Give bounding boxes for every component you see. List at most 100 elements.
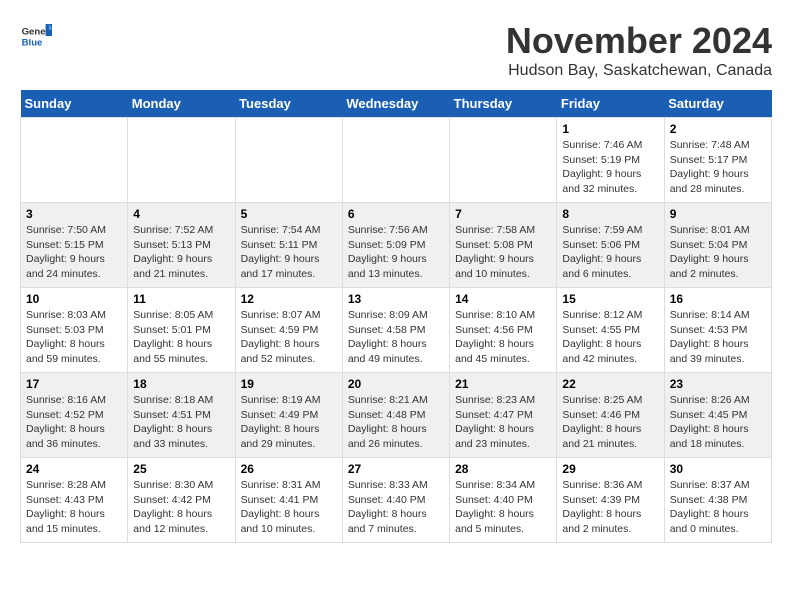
calendar-cell: 4 Sunrise: 7:52 AMSunset: 5:13 PMDaylight… bbox=[128, 203, 235, 288]
day-info: Sunrise: 8:10 AMSunset: 4:56 PMDaylight:… bbox=[455, 308, 551, 367]
calendar-cell: 17 Sunrise: 8:16 AMSunset: 4:52 PMDayligh… bbox=[21, 373, 128, 458]
calendar-cell: 3 Sunrise: 7:50 AMSunset: 5:15 PMDaylight… bbox=[21, 203, 128, 288]
svg-text:Blue: Blue bbox=[22, 38, 43, 49]
day-info: Sunrise: 8:16 AMSunset: 4:52 PMDaylight:… bbox=[26, 393, 122, 452]
calendar-cell: 28 Sunrise: 8:34 AMSunset: 4:40 PMDayligh… bbox=[450, 458, 557, 543]
day-number: 8 bbox=[562, 207, 658, 221]
calendar-cell: 6Sunrise: 7:56 AMSunset: 5:09 PMDaylight… bbox=[342, 203, 449, 288]
day-number: 28 bbox=[455, 462, 551, 476]
day-number: 14 bbox=[455, 292, 551, 306]
day-number: 5 bbox=[241, 207, 337, 221]
calendar-week-row: 1Sunrise: 7:46 AMSunset: 5:19 PMDaylight… bbox=[21, 118, 772, 203]
calendar-cell bbox=[450, 118, 557, 203]
day-number: 24 bbox=[26, 462, 122, 476]
weekday-header-friday: Friday bbox=[557, 90, 664, 118]
calendar-cell: 20Sunrise: 8:21 AMSunset: 4:48 PMDayligh… bbox=[342, 373, 449, 458]
calendar-cell: 1Sunrise: 7:46 AMSunset: 5:19 PMDaylight… bbox=[557, 118, 664, 203]
day-number: 26 bbox=[241, 462, 337, 476]
day-info: Sunrise: 8:23 AMSunset: 4:47 PMDaylight:… bbox=[455, 393, 551, 452]
day-info: Sunrise: 7:54 AMSunset: 5:11 PMDaylight:… bbox=[241, 223, 337, 282]
calendar-body: 1Sunrise: 7:46 AMSunset: 5:19 PMDaylight… bbox=[21, 118, 772, 543]
day-number: 11 bbox=[133, 292, 229, 306]
day-info: Sunrise: 8:31 AMSunset: 4:41 PMDaylight:… bbox=[241, 478, 337, 537]
day-info: Sunrise: 8:26 AMSunset: 4:45 PMDaylight:… bbox=[670, 393, 766, 452]
day-number: 6 bbox=[348, 207, 444, 221]
weekday-header-saturday: Saturday bbox=[664, 90, 771, 118]
day-info: Sunrise: 8:19 AMSunset: 4:49 PMDaylight:… bbox=[241, 393, 337, 452]
day-info: Sunrise: 8:34 AMSunset: 4:40 PMDaylight:… bbox=[455, 478, 551, 537]
day-number: 29 bbox=[562, 462, 658, 476]
day-info: Sunrise: 7:59 AMSunset: 5:06 PMDaylight:… bbox=[562, 223, 658, 282]
day-number: 16 bbox=[670, 292, 766, 306]
calendar-cell: 16 Sunrise: 8:14 AMSunset: 4:53 PMDayligh… bbox=[664, 288, 771, 373]
day-info: Sunrise: 8:37 AMSunset: 4:38 PMDaylight:… bbox=[670, 478, 766, 537]
calendar-cell bbox=[21, 118, 128, 203]
calendar-cell: 27 Sunrise: 8:33 AMSunset: 4:40 PMDayligh… bbox=[342, 458, 449, 543]
calendar-cell: 23 Sunrise: 8:26 AMSunset: 4:45 PMDayligh… bbox=[664, 373, 771, 458]
day-number: 25 bbox=[133, 462, 229, 476]
calendar-cell bbox=[342, 118, 449, 203]
calendar-cell: 7Sunrise: 7:58 AMSunset: 5:08 PMDaylight… bbox=[450, 203, 557, 288]
weekday-header-monday: Monday bbox=[128, 90, 235, 118]
day-number: 10 bbox=[26, 292, 122, 306]
day-info: Sunrise: 8:30 AMSunset: 4:42 PMDaylight:… bbox=[133, 478, 229, 537]
calendar-week-row: 10Sunrise: 8:03 AMSunset: 5:03 PMDayligh… bbox=[21, 288, 772, 373]
day-info: Sunrise: 7:48 AMSunset: 5:17 PMDaylight:… bbox=[670, 138, 766, 197]
day-info: Sunrise: 7:52 AMSunset: 5:13 PMDaylight:… bbox=[133, 223, 229, 282]
day-info: Sunrise: 8:05 AMSunset: 5:01 PMDaylight:… bbox=[133, 308, 229, 367]
calendar-cell: 15Sunrise: 8:12 AMSunset: 4:55 PMDayligh… bbox=[557, 288, 664, 373]
calendar-cell bbox=[128, 118, 235, 203]
day-info: Sunrise: 7:50 AMSunset: 5:15 PMDaylight:… bbox=[26, 223, 122, 282]
day-number: 27 bbox=[348, 462, 444, 476]
weekday-header-sunday: Sunday bbox=[21, 90, 128, 118]
day-number: 12 bbox=[241, 292, 337, 306]
calendar-cell: 11 Sunrise: 8:05 AMSunset: 5:01 PMDayligh… bbox=[128, 288, 235, 373]
calendar-cell: 18Sunrise: 8:18 AMSunset: 4:51 PMDayligh… bbox=[128, 373, 235, 458]
calendar-week-row: 3 Sunrise: 7:50 AMSunset: 5:15 PMDaylight… bbox=[21, 203, 772, 288]
header: General Blue November 2024 Hudson Bay, S… bbox=[20, 20, 772, 80]
calendar-cell: 26 Sunrise: 8:31 AMSunset: 4:41 PMDayligh… bbox=[235, 458, 342, 543]
day-number: 30 bbox=[670, 462, 766, 476]
day-info: Sunrise: 8:09 AMSunset: 4:58 PMDaylight:… bbox=[348, 308, 444, 367]
day-info: Sunrise: 7:46 AMSunset: 5:19 PMDaylight:… bbox=[562, 138, 658, 197]
day-number: 4 bbox=[133, 207, 229, 221]
calendar-cell: 9Sunrise: 8:01 AMSunset: 5:04 PMDaylight… bbox=[664, 203, 771, 288]
calendar-cell: 22Sunrise: 8:25 AMSunset: 4:46 PMDayligh… bbox=[557, 373, 664, 458]
day-number: 17 bbox=[26, 377, 122, 391]
day-info: Sunrise: 8:33 AMSunset: 4:40 PMDaylight:… bbox=[348, 478, 444, 537]
logo: General Blue bbox=[20, 20, 52, 52]
day-info: Sunrise: 8:21 AMSunset: 4:48 PMDaylight:… bbox=[348, 393, 444, 452]
day-info: Sunrise: 8:28 AMSunset: 4:43 PMDaylight:… bbox=[26, 478, 122, 537]
calendar-table: SundayMondayTuesdayWednesdayThursdayFrid… bbox=[20, 90, 772, 543]
day-info: Sunrise: 7:58 AMSunset: 5:08 PMDaylight:… bbox=[455, 223, 551, 282]
day-number: 21 bbox=[455, 377, 551, 391]
title-section: November 2024 Hudson Bay, Saskatchewan, … bbox=[506, 20, 772, 80]
month-year-title: November 2024 bbox=[506, 20, 772, 62]
calendar-cell: 29 Sunrise: 8:36 AMSunset: 4:39 PMDayligh… bbox=[557, 458, 664, 543]
day-number: 3 bbox=[26, 207, 122, 221]
day-info: Sunrise: 8:14 AMSunset: 4:53 PMDaylight:… bbox=[670, 308, 766, 367]
calendar-week-row: 24 Sunrise: 8:28 AMSunset: 4:43 PMDayligh… bbox=[21, 458, 772, 543]
calendar-cell: 13Sunrise: 8:09 AMSunset: 4:58 PMDayligh… bbox=[342, 288, 449, 373]
day-number: 9 bbox=[670, 207, 766, 221]
day-number: 2 bbox=[670, 122, 766, 136]
weekday-header-tuesday: Tuesday bbox=[235, 90, 342, 118]
calendar-cell: 12Sunrise: 8:07 AMSunset: 4:59 PMDayligh… bbox=[235, 288, 342, 373]
calendar-cell: 10Sunrise: 8:03 AMSunset: 5:03 PMDayligh… bbox=[21, 288, 128, 373]
calendar-cell: 24 Sunrise: 8:28 AMSunset: 4:43 PMDayligh… bbox=[21, 458, 128, 543]
day-number: 19 bbox=[241, 377, 337, 391]
weekday-header-row: SundayMondayTuesdayWednesdayThursdayFrid… bbox=[21, 90, 772, 118]
day-number: 23 bbox=[670, 377, 766, 391]
day-info: Sunrise: 8:36 AMSunset: 4:39 PMDaylight:… bbox=[562, 478, 658, 537]
location-subtitle: Hudson Bay, Saskatchewan, Canada bbox=[506, 62, 772, 80]
calendar-week-row: 17 Sunrise: 8:16 AMSunset: 4:52 PMDayligh… bbox=[21, 373, 772, 458]
logo-icon: General Blue bbox=[20, 20, 52, 52]
day-number: 18 bbox=[133, 377, 229, 391]
day-number: 15 bbox=[562, 292, 658, 306]
weekday-header-thursday: Thursday bbox=[450, 90, 557, 118]
weekday-header-wednesday: Wednesday bbox=[342, 90, 449, 118]
calendar-header: SundayMondayTuesdayWednesdayThursdayFrid… bbox=[21, 90, 772, 118]
calendar-cell: 14 Sunrise: 8:10 AMSunset: 4:56 PMDayligh… bbox=[450, 288, 557, 373]
calendar-cell: 21 Sunrise: 8:23 AMSunset: 4:47 PMDayligh… bbox=[450, 373, 557, 458]
day-info: Sunrise: 8:25 AMSunset: 4:46 PMDaylight:… bbox=[562, 393, 658, 452]
